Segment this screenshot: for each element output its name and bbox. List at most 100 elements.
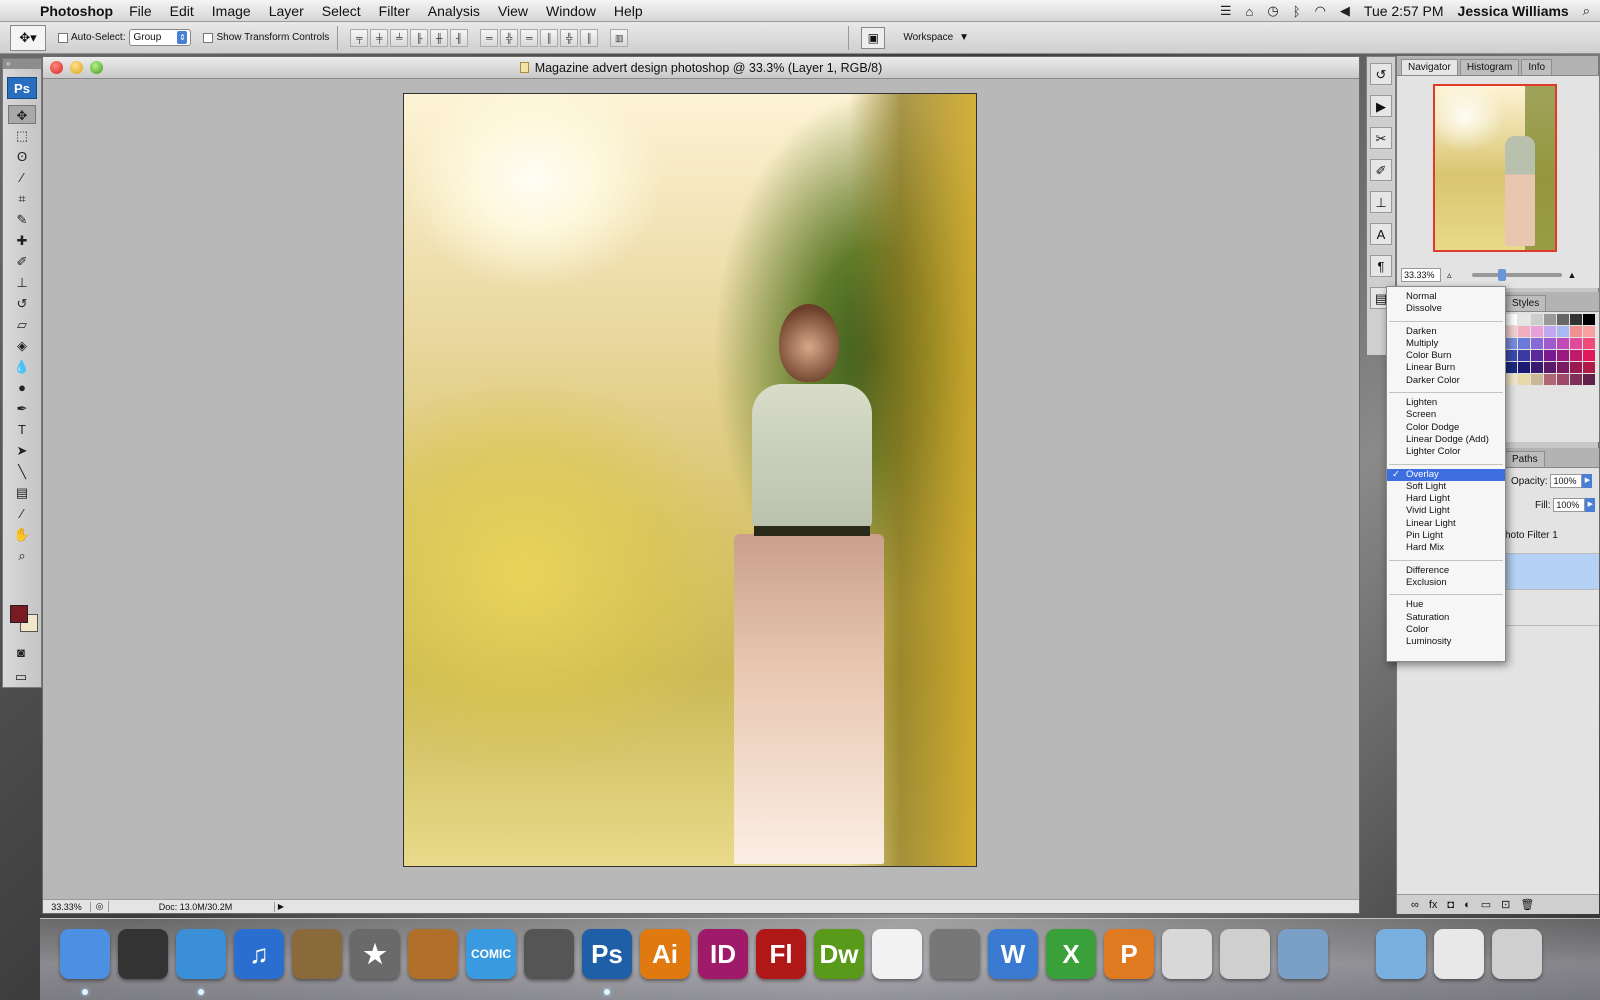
- move-tool-icon[interactable]: ✥: [8, 105, 36, 124]
- align-left-icon[interactable]: ╟: [410, 28, 429, 47]
- tab-paths[interactable]: Paths: [1505, 451, 1545, 467]
- lasso-tool-icon[interactable]: ʘ: [8, 147, 36, 166]
- blend-mode-color-dodge[interactable]: Color Dodge: [1387, 422, 1505, 434]
- color-swatch[interactable]: [1518, 326, 1530, 337]
- distribute-top-icon[interactable]: ═: [480, 28, 499, 47]
- dock-illustrator-icon[interactable]: Ai: [640, 929, 690, 979]
- auto-select-dropdown[interactable]: Group ⇕: [129, 29, 192, 46]
- color-swatch[interactable]: [1531, 338, 1543, 349]
- toolbox-grip[interactable]: »: [3, 59, 41, 69]
- color-swatch[interactable]: [1505, 374, 1517, 385]
- navigator-thumbnail[interactable]: [1433, 84, 1557, 252]
- tool-presets-icon[interactable]: ✂: [1370, 127, 1392, 149]
- blend-mode-darken[interactable]: Darken: [1387, 326, 1505, 338]
- tab-histogram[interactable]: Histogram: [1459, 59, 1520, 75]
- healing-brush-tool-icon[interactable]: ✚: [8, 231, 36, 250]
- home-icon[interactable]: ⌂: [1246, 4, 1254, 19]
- status-menu-arrow-icon[interactable]: ▶: [275, 902, 287, 911]
- blend-mode-color-burn[interactable]: Color Burn: [1387, 350, 1505, 362]
- blend-mode-hard-light[interactable]: Hard Light: [1387, 493, 1505, 505]
- clock[interactable]: Tue 2:57 PM: [1364, 3, 1444, 19]
- blend-mode-multiply[interactable]: Multiply: [1387, 338, 1505, 350]
- checkbox-box[interactable]: [58, 32, 68, 43]
- app-menu[interactable]: Photoshop: [40, 3, 113, 19]
- blend-mode-overlay[interactable]: ✓ Overlay: [1387, 468, 1505, 481]
- blend-mode-soft-light[interactable]: Soft Light: [1387, 481, 1505, 493]
- pen-tool-icon[interactable]: ✒: [8, 399, 36, 418]
- zoom-slider[interactable]: [1471, 269, 1562, 281]
- dock-documents-icon[interactable]: [1434, 929, 1484, 979]
- align-right-icon[interactable]: ╢: [450, 28, 469, 47]
- volume-icon[interactable]: ◀: [1340, 3, 1350, 19]
- color-swatch[interactable]: [1583, 350, 1595, 361]
- color-swatch[interactable]: [1570, 314, 1582, 325]
- menu-window[interactable]: Window: [546, 3, 596, 19]
- minimize-window-button[interactable]: [70, 61, 83, 74]
- adjustment-layer-icon[interactable]: ◐: [1464, 899, 1471, 911]
- align-top-icon[interactable]: ╤: [350, 28, 369, 47]
- link-layers-icon[interactable]: ∞: [1411, 899, 1419, 911]
- dock-powerpoint-icon[interactable]: P: [1104, 929, 1154, 979]
- swatch-grid[interactable]: [1505, 314, 1595, 385]
- auto-align-layers-icon[interactable]: ▥: [610, 28, 629, 47]
- fill-arrow-icon[interactable]: ▶: [1585, 498, 1596, 512]
- quick-mask-icon[interactable]: ◙: [7, 643, 35, 662]
- dodge-tool-icon[interactable]: ●: [8, 378, 36, 397]
- color-swatch[interactable]: [1583, 338, 1595, 349]
- wifi-icon[interactable]: ◠: [1315, 3, 1326, 19]
- color-swatch[interactable]: [1531, 326, 1543, 337]
- dock-iphoto-icon[interactable]: [292, 929, 342, 979]
- brushes-panel-icon[interactable]: ✐: [1370, 159, 1392, 181]
- blend-mode-normal[interactable]: Normal: [1387, 291, 1505, 303]
- dock-applications-folder-icon[interactable]: [1376, 929, 1426, 979]
- color-swatch[interactable]: [1518, 338, 1530, 349]
- color-swatch[interactable]: [1518, 314, 1530, 325]
- adium-icon[interactable]: ☰: [1220, 3, 1232, 19]
- blend-mode-hard-mix[interactable]: Hard Mix: [1387, 542, 1505, 554]
- color-swatch[interactable]: [1531, 374, 1543, 385]
- opacity-arrow-icon[interactable]: ▶: [1582, 474, 1593, 488]
- menu-select[interactable]: Select: [322, 3, 361, 19]
- checkbox-box[interactable]: [203, 32, 214, 43]
- path-selection-tool-icon[interactable]: ➤: [8, 441, 36, 460]
- color-swatch[interactable]: [1518, 362, 1530, 373]
- history-brush-tool-icon[interactable]: ↺: [8, 294, 36, 313]
- zoom-slider-knob[interactable]: [1497, 269, 1506, 281]
- color-swatch[interactable]: [1544, 326, 1556, 337]
- photoshop-logo[interactable]: Ps: [7, 77, 37, 99]
- tab-info[interactable]: Info: [1521, 59, 1553, 75]
- zoom-in-icon[interactable]: ▲: [1568, 270, 1577, 280]
- distribute-bottom-icon[interactable]: ═: [520, 28, 539, 47]
- marquee-tool-icon[interactable]: ⬚: [8, 126, 36, 145]
- spotlight-search-icon[interactable]: ⌕: [1583, 3, 1590, 19]
- blend-mode-lighter-color[interactable]: Lighter Color: [1387, 446, 1505, 458]
- blend-mode-screen[interactable]: Screen: [1387, 409, 1505, 421]
- color-swatch[interactable]: [1505, 362, 1517, 373]
- distribute-left-icon[interactable]: ║: [540, 28, 559, 47]
- color-swatch[interactable]: [1557, 374, 1569, 385]
- new-group-icon[interactable]: ▭: [1481, 898, 1491, 911]
- color-swatch[interactable]: [1583, 326, 1595, 337]
- dock-word-icon[interactable]: W: [988, 929, 1038, 979]
- crop-tool-icon[interactable]: ⌗: [8, 189, 36, 208]
- slice-tool-icon[interactable]: ✎: [8, 210, 36, 229]
- color-swatch[interactable]: [1505, 326, 1517, 337]
- blend-mode-color[interactable]: Color: [1387, 624, 1505, 636]
- blend-mode-pin-light[interactable]: Pin Light: [1387, 530, 1505, 542]
- align-hcenter-icon[interactable]: ╫: [430, 28, 449, 47]
- blend-mode-lighten[interactable]: Lighten: [1387, 397, 1505, 409]
- align-bottom-icon[interactable]: ╧: [390, 28, 409, 47]
- magic-wand-tool-icon[interactable]: ⁄: [8, 168, 36, 187]
- opacity-field[interactable]: 100%: [1550, 474, 1583, 488]
- color-swatch[interactable]: [1544, 362, 1556, 373]
- color-swatch[interactable]: [1505, 350, 1517, 361]
- blend-mode-hue[interactable]: Hue: [1387, 599, 1505, 611]
- dock-photoshop-icon[interactable]: Ps: [582, 929, 632, 979]
- menu-filter[interactable]: Filter: [379, 3, 410, 19]
- status-info-icon[interactable]: ◎: [91, 901, 109, 912]
- brush-tool-icon[interactable]: ✐: [8, 252, 36, 271]
- color-swatch[interactable]: [1557, 362, 1569, 373]
- blend-mode-linear-dodge-add[interactable]: Linear Dodge (Add): [1387, 434, 1505, 446]
- color-swatch[interactable]: [1544, 350, 1556, 361]
- menu-file[interactable]: File: [129, 3, 152, 19]
